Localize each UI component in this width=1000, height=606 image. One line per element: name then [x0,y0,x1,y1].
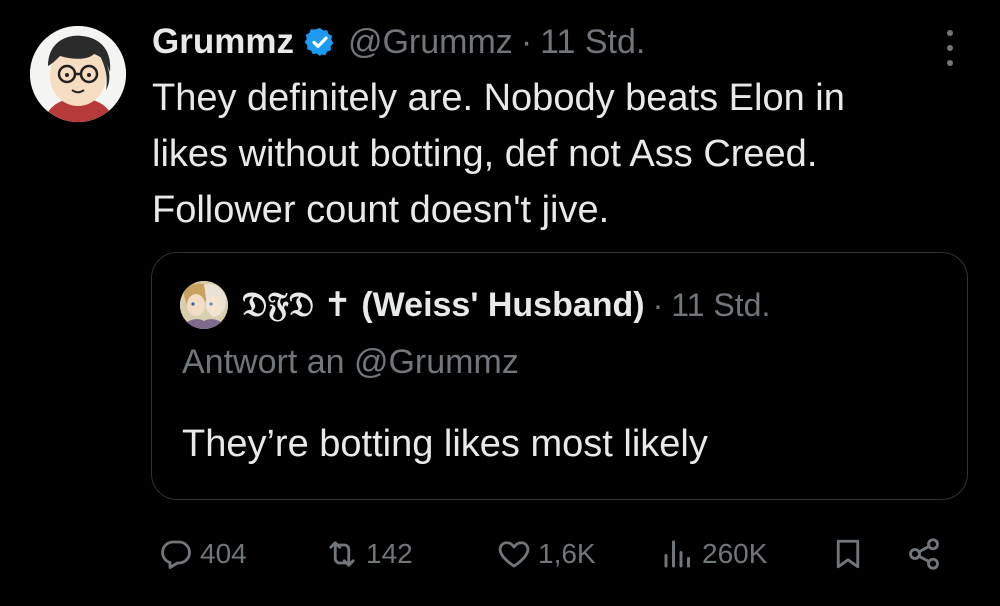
author-display-name[interactable]: Grummz [152,22,294,62]
repost-button[interactable]: 142 [324,524,413,584]
bookmark-button[interactable] [830,524,866,584]
views-button[interactable]: 260K [660,524,767,584]
tweet-text: They definitely are. Nobody beats Elon i… [152,70,982,238]
like-button[interactable]: 1,6K [496,524,596,584]
tweet-text-line: Follower count doesn't jive. [152,189,610,231]
verified-badge-icon[interactable] [304,26,336,58]
share-icon [909,538,939,570]
quoted-tweet-header: 𝔇𝔉𝔇 ✝ (Weiss' Husband) · 11 Std. [180,281,770,329]
quoted-reply-to[interactable]: Antwort an @Grummz [182,343,519,382]
quoted-tweet-text: They’re botting likes most likely [182,423,708,465]
reply-icon [161,540,191,569]
author-handle[interactable]: @Grummz [348,23,513,62]
tweet-text-line: likes without botting, def not Ass Creed… [152,133,818,175]
anime-avatar-icon [180,281,228,329]
share-button[interactable] [906,524,942,584]
quoted-author-display-name[interactable]: 𝔇𝔉𝔇 ✝ (Weiss' Husband) [242,285,645,325]
repost-count: 142 [366,538,413,569]
tweet-header: Grummz @Grummz · 11 Std. [152,18,645,66]
views-count: 260K [702,538,768,569]
heart-icon [498,541,530,568]
like-count: 1,6K [538,538,596,569]
tweet-text-line: They definitely are. Nobody beats Elon i… [152,77,845,119]
bookmark-icon [836,539,860,569]
header-separator: · [520,22,533,61]
repost-icon [329,541,355,567]
tweet-action-bar: 404 142 1,6K 260K [0,524,1000,584]
tweet-timestamp[interactable]: 11 Std. [540,23,645,62]
author-avatar[interactable] [30,26,126,122]
quoted-tweet-card[interactable]: 𝔇𝔉𝔇 ✝ (Weiss' Husband) · 11 Std. Antwort… [151,252,968,500]
reply-button[interactable]: 404 [158,524,247,584]
more-options-icon[interactable] [938,30,962,66]
quoted-tweet-timestamp[interactable]: 11 Std. [671,287,770,324]
reply-count: 404 [200,538,247,569]
quoted-author-avatar[interactable] [180,281,228,329]
quoted-header-separator: · [652,286,664,323]
tweet-article[interactable]: Grummz @Grummz · 11 Std. They definitely… [0,0,1000,606]
cartoon-glasses-avatar-icon [30,26,126,122]
views-icon [664,540,690,568]
